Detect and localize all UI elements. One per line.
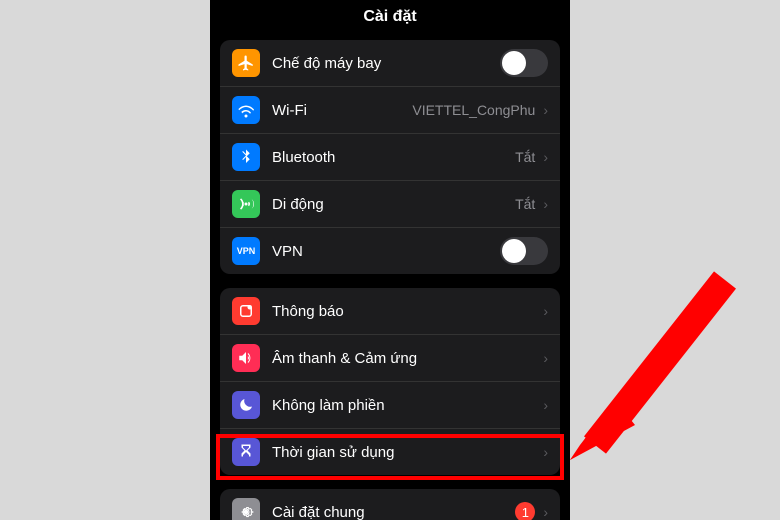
- screentime-label: Thời gian sử dụng: [272, 444, 541, 461]
- screentime-row[interactable]: Thời gian sử dụng ›: [220, 429, 560, 475]
- cellular-label: Di động: [272, 196, 515, 213]
- vpn-row[interactable]: VPN VPN: [220, 228, 560, 274]
- sounds-row[interactable]: Âm thanh & Cảm ứng ›: [220, 335, 560, 382]
- chevron-icon: ›: [543, 196, 548, 212]
- annotation-arrow: [565, 270, 745, 470]
- wifi-label: Wi-Fi: [272, 102, 412, 119]
- gear-icon: [232, 498, 260, 520]
- connectivity-section: Chế độ máy bay Wi-Fi VIETTEL_CongPhu › B…: [220, 40, 560, 274]
- sounds-icon: [232, 344, 260, 372]
- cellular-icon: [232, 190, 260, 218]
- vpn-label: VPN: [272, 243, 500, 260]
- chevron-icon: ›: [543, 397, 548, 413]
- notifications-label: Thông báo: [272, 303, 541, 320]
- vpn-icon: VPN: [232, 237, 260, 265]
- cellular-detail: Tắt: [515, 196, 535, 212]
- moon-icon: [232, 391, 260, 419]
- hourglass-icon: [232, 438, 260, 466]
- bluetooth-icon: [232, 143, 260, 171]
- notifications-row[interactable]: Thông báo ›: [220, 288, 560, 335]
- airplane-icon: [232, 49, 260, 77]
- page-title: Cài đặt: [210, 0, 570, 36]
- dnd-row[interactable]: Không làm phiền ›: [220, 382, 560, 429]
- sounds-label: Âm thanh & Cảm ứng: [272, 350, 541, 367]
- chevron-icon: ›: [543, 102, 548, 118]
- chevron-icon: ›: [543, 350, 548, 366]
- wifi-row[interactable]: Wi-Fi VIETTEL_CongPhu ›: [220, 87, 560, 134]
- dnd-label: Không làm phiền: [272, 397, 541, 414]
- bluetooth-detail: Tắt: [515, 149, 535, 165]
- general-label: Cài đặt chung: [272, 504, 515, 520]
- bluetooth-label: Bluetooth: [272, 149, 515, 166]
- notifications-icon: [232, 297, 260, 325]
- chevron-icon: ›: [543, 444, 548, 460]
- airplane-mode-label: Chế độ máy bay: [272, 55, 500, 72]
- chevron-icon: ›: [543, 504, 548, 520]
- general-badge: 1: [515, 502, 535, 520]
- general-row[interactable]: Cài đặt chung 1 ›: [220, 489, 560, 520]
- wifi-detail: VIETTEL_CongPhu: [412, 102, 535, 118]
- chevron-icon: ›: [543, 149, 548, 165]
- settings-screen: Cài đặt Chế độ máy bay Wi-Fi VIETTEL_Con…: [210, 0, 570, 520]
- airplane-mode-row[interactable]: Chế độ máy bay: [220, 40, 560, 87]
- general-section: Cài đặt chung 1 › Trung tâm điều khiển ›: [220, 489, 560, 520]
- airplane-mode-toggle[interactable]: [500, 49, 548, 77]
- wifi-icon: [232, 96, 260, 124]
- cellular-row[interactable]: Di động Tắt ›: [220, 181, 560, 228]
- bluetooth-row[interactable]: Bluetooth Tắt ›: [220, 134, 560, 181]
- notifications-section: Thông báo › Âm thanh & Cảm ứng › Không l…: [220, 288, 560, 475]
- chevron-icon: ›: [543, 303, 548, 319]
- vpn-toggle[interactable]: [500, 237, 548, 265]
